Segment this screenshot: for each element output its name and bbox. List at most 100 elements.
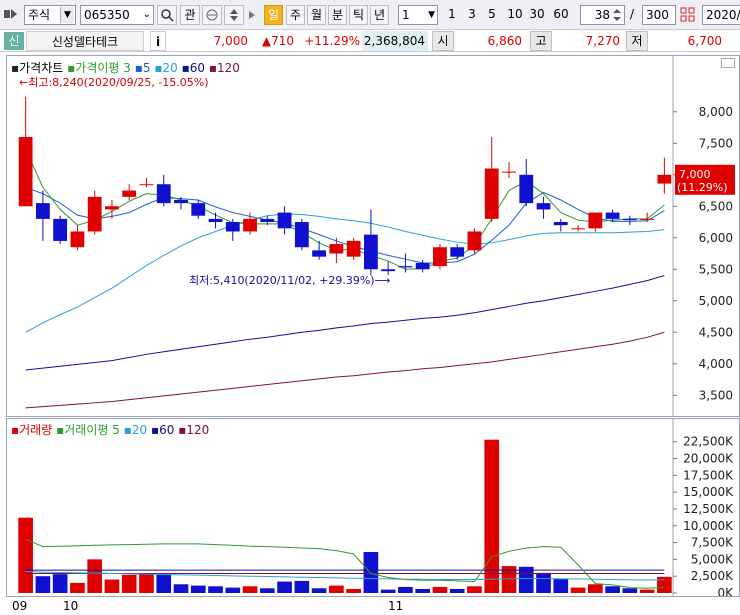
candle-body: [536, 203, 551, 210]
candle-body: [657, 174, 672, 184]
volume-bar: [190, 585, 206, 593]
ma5-line: [25, 186, 665, 264]
candle-body: [433, 247, 447, 267]
current-price: 7,000: [213, 34, 248, 48]
timeframe-button[interactable]: 틱: [349, 5, 368, 25]
search-icon[interactable]: [157, 5, 177, 25]
total-input[interactable]: 300: [642, 5, 676, 25]
volume-ma5-line: [25, 538, 665, 589]
grid-settings-icon[interactable]: [680, 6, 696, 24]
volume-bar: [657, 576, 672, 593]
volume-bar: [622, 588, 638, 593]
candle-body: [640, 218, 655, 220]
current-price-pct: (11.29%): [677, 181, 728, 194]
timeframe-button[interactable]: 일: [264, 5, 283, 25]
candle-body: [35, 203, 50, 219]
chevron-down-icon[interactable]: ▼: [428, 6, 435, 24]
x-label-09: 09: [12, 599, 28, 613]
volume-bar: [329, 585, 344, 593]
candle-body: [243, 218, 257, 232]
volume-bar: [259, 588, 275, 593]
candle-body: [191, 203, 206, 216]
y-tick-label: 5,000: [699, 294, 733, 308]
volume-bar: [35, 576, 51, 593]
period-button[interactable]: 60: [550, 5, 572, 25]
spinner-icon[interactable]: [611, 7, 623, 23]
current-price-label: 7,000: [679, 168, 711, 181]
volume-bar: [363, 551, 379, 593]
candle-body: [294, 222, 309, 248]
low-value: 6,700: [687, 34, 722, 48]
volume-bar: [121, 574, 137, 593]
chevron-right-icon[interactable]: [247, 8, 259, 22]
timeframe-button[interactable]: 년: [370, 5, 389, 25]
period-button[interactable]: 5: [484, 5, 500, 25]
menu-icon[interactable]: [4, 8, 18, 20]
volume-bar: [518, 566, 534, 593]
market-type-select[interactable]: 주식 ▼: [24, 5, 76, 25]
volume-bar: [173, 584, 189, 593]
volume-bar: [467, 586, 482, 593]
period-button[interactable]: 10: [504, 5, 526, 25]
candle-body: [53, 218, 68, 241]
timeframe-button[interactable]: 분: [328, 5, 347, 25]
y-tick-label: 4,500: [699, 325, 733, 339]
y-tick-label: 3,500: [699, 388, 733, 402]
y-tick-label: 7,500: [699, 136, 733, 150]
candle-body: [346, 240, 361, 257]
date-input[interactable]: 2020/1: [702, 5, 740, 25]
count-separator: /: [630, 7, 635, 21]
total-value: 300: [646, 8, 669, 22]
stock-name: 신성델타테크: [26, 31, 144, 51]
y-tick-label: 4,000: [699, 357, 733, 371]
volume-bar: [432, 586, 448, 593]
candle-body: [174, 199, 188, 204]
stock-code-input[interactable]: 065350 ⌄: [80, 5, 154, 25]
candle-body: [139, 184, 154, 186]
period-button[interactable]: 30: [526, 5, 548, 25]
count-input[interactable]: 38: [580, 5, 625, 25]
volume-bar: [311, 588, 327, 593]
candle-body: [467, 231, 482, 251]
period-button[interactable]: 3: [464, 5, 480, 25]
volume-bar: [587, 584, 603, 593]
y-tick-label: 22,500K: [683, 435, 734, 449]
timeframe-button[interactable]: 월: [307, 5, 326, 25]
stock-code-value: 065350: [84, 8, 130, 22]
y-tick-label: 7,500K: [691, 536, 734, 550]
quote-bar: 신 신성델타테크 i 7,000 ▲710 +11.29% 2,368,804 …: [0, 30, 740, 52]
y-tick-label: 20,000K: [683, 452, 734, 466]
volume-bar: [18, 517, 33, 593]
volume-bar: [294, 580, 310, 593]
up-down-icon[interactable]: [224, 5, 244, 25]
candle-body: [622, 218, 637, 221]
price-chart-panel[interactable]: ▪가격차트 ▪가격이평 3 ▪5 ▪20 ▪60 ▪120 8,000 7,500…: [6, 55, 740, 417]
candle-body: [571, 228, 585, 230]
link-icon[interactable]: [202, 5, 222, 25]
volume-chart-panel[interactable]: ▪거래량 ▪거래이평 5 ▪20 ▪60 ▪120 22,500K 20,000K…: [6, 418, 740, 597]
ma3-line: [25, 149, 665, 270]
chevron-down-icon[interactable]: ▼: [60, 7, 74, 23]
interval-select[interactable]: 1 ▼: [398, 5, 438, 25]
candle-body: [381, 269, 396, 272]
chevron-down-icon[interactable]: ⌄: [143, 6, 151, 24]
volume-bar: [208, 586, 223, 593]
volume-bar: [639, 589, 655, 593]
change-percent: +11.29%: [304, 34, 360, 48]
count-value: 38: [594, 8, 610, 22]
candle-body: [553, 222, 568, 226]
timeframe-button[interactable]: 주: [286, 5, 305, 25]
candle-body: [484, 168, 499, 219]
badge: 신: [4, 32, 24, 50]
related-button[interactable]: 관: [180, 5, 200, 25]
volume-bar: [449, 588, 465, 593]
y-tick-label: 5,500: [699, 262, 733, 276]
market-type-label: 주식: [28, 8, 51, 22]
period-button[interactable]: 1: [444, 5, 460, 25]
candle-body: [519, 174, 534, 204]
info-icon[interactable]: i: [150, 31, 166, 51]
toolbar: 주식 ▼ 065350 ⌄ 관 일주월분틱년 1 ▼ 1 3 5 10 30 60 38 …: [0, 0, 740, 30]
high-annotation: ←최고:8,240(2020/09/25, -15.05%): [19, 76, 209, 89]
high-value: 7,270: [585, 34, 620, 48]
y-tick-label: 0K: [717, 586, 734, 596]
